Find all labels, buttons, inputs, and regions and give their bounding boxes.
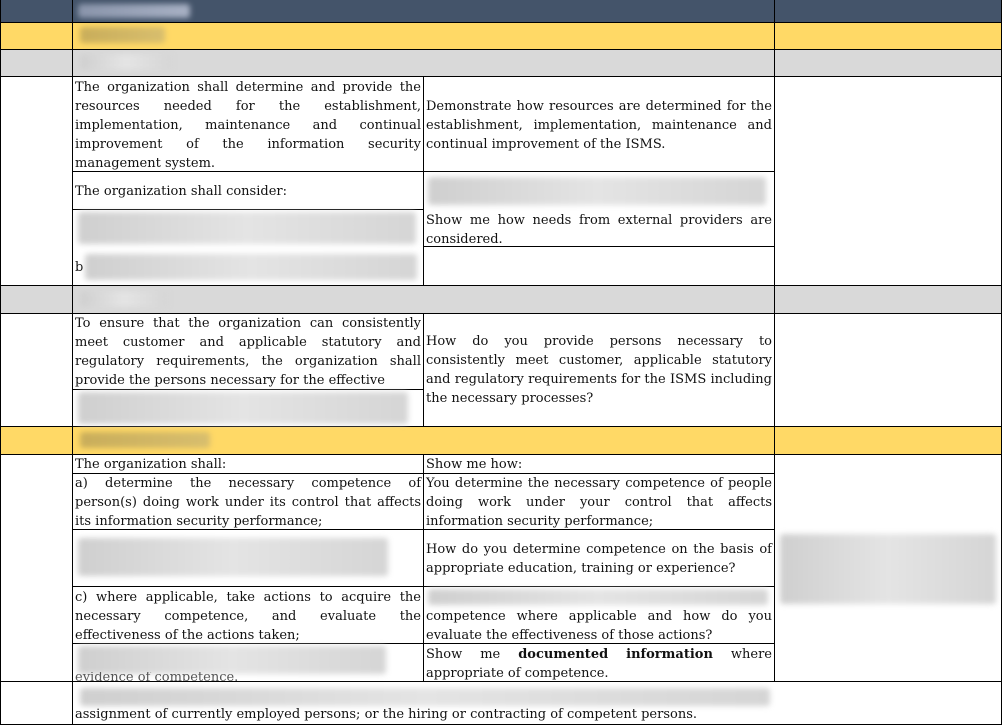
competence-item-b-question: How do you determine competence on the b… — [426, 542, 772, 576]
requirement-people: To ensure that the organization can cons… — [75, 316, 421, 388]
redacted-section-title — [80, 432, 210, 448]
redacted-cell — [78, 538, 388, 576]
competence-item-d-question: Show me documented information where app… — [426, 647, 772, 681]
competence-note: assignment of currently employed persons… — [75, 707, 698, 722]
redacted-section-title — [80, 27, 165, 43]
redacted-cell — [780, 534, 996, 604]
redacted-cell — [428, 589, 768, 605]
question-external-providers: Show me how needs from external provider… — [426, 213, 772, 247]
redacted-cell — [85, 254, 417, 280]
redacted-note-line — [80, 688, 770, 706]
redacted-cell — [78, 646, 386, 674]
row-b-prefix: b — [75, 260, 84, 275]
competence-item-c: c) where applicable, take actions to acq… — [75, 590, 421, 643]
competence-intro-right: Show me how: — [426, 457, 523, 472]
redacted-cell — [78, 392, 408, 424]
redacted-header-title — [78, 4, 190, 18]
competence-intro-left: The organization shall: — [75, 457, 227, 472]
competence-item-a: a) determine the necessary competence of… — [75, 476, 421, 529]
consider-label: The organization shall consider: — [75, 184, 287, 199]
competence-item-a-question: You determine the necessary competence o… — [426, 476, 772, 529]
competence-item-c-question: competence where applicable and how do y… — [426, 609, 772, 643]
redacted-cell — [78, 212, 416, 244]
question-people: How do you provide persons necessary to … — [426, 334, 772, 406]
requirement-resources: The organization shall determine and pro… — [75, 80, 421, 171]
question-resources: Demonstrate how resources are determined… — [426, 99, 772, 152]
competence-item-d-cut: evidence of competence. — [75, 672, 239, 681]
redacted-cell — [428, 177, 766, 205]
redacted-subsection-title — [80, 291, 168, 307]
redacted-subsection-title — [80, 54, 172, 70]
